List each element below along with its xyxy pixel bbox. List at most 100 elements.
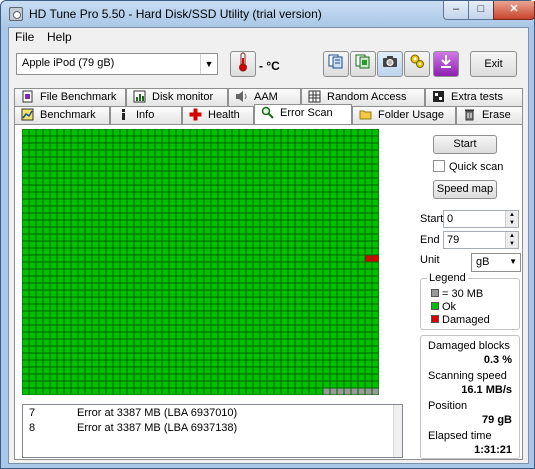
- scan-block: [106, 332, 113, 339]
- scan-block: [29, 262, 36, 269]
- scan-block: [99, 157, 106, 164]
- scan-block: [78, 318, 85, 325]
- scan-block: [344, 304, 351, 311]
- spin-down-icon[interactable]: ▼: [505, 219, 518, 227]
- save-button[interactable]: [433, 51, 459, 77]
- scan-block: [71, 262, 78, 269]
- quick-scan-checkbox[interactable]: [433, 160, 445, 172]
- scan-block: [99, 367, 106, 374]
- log-row[interactable]: 8 Error at 3387 MB (LBA 6937138): [23, 422, 395, 436]
- tab-disk-monitor[interactable]: Disk monitor: [126, 88, 228, 106]
- scan-block: [211, 185, 218, 192]
- scan-block: [267, 143, 274, 150]
- spin-up-icon[interactable]: ▲: [505, 211, 518, 219]
- unit-select-value: gB: [476, 256, 490, 268]
- scan-block: [288, 213, 295, 220]
- scan-block: [288, 150, 295, 157]
- scan-block: [22, 332, 29, 339]
- scan-block: [176, 241, 183, 248]
- tab-file-benchmark[interactable]: File Benchmark: [14, 88, 126, 106]
- scan-block: [358, 374, 365, 381]
- scan-block: [316, 304, 323, 311]
- minimize-button[interactable]: –: [443, 1, 469, 20]
- scan-block: [85, 297, 92, 304]
- tab-error-scan[interactable]: Error Scan: [254, 104, 352, 124]
- chevron-down-icon[interactable]: ▼: [200, 54, 217, 74]
- copy-info-button[interactable]: [323, 51, 349, 77]
- scan-block: [225, 178, 232, 185]
- tab-benchmark[interactable]: Benchmark: [14, 106, 110, 124]
- scan-block: [106, 164, 113, 171]
- scan-block: [295, 360, 302, 367]
- scan-block: [169, 325, 176, 332]
- scan-block: [211, 318, 218, 325]
- scan-block: [92, 227, 99, 234]
- scan-block: [92, 234, 99, 241]
- scan-block: [92, 367, 99, 374]
- scan-block: [183, 206, 190, 213]
- tab-folder-usage[interactable]: Folder Usage: [352, 106, 456, 124]
- scan-block: [253, 199, 260, 206]
- drive-select[interactable]: Apple iPod (79 gB) ▼: [16, 53, 218, 75]
- spin-down-icon[interactable]: ▼: [505, 240, 518, 248]
- end-spinner[interactable]: 79 ▲ ▼: [443, 231, 519, 249]
- scan-block: [127, 290, 134, 297]
- title-bar[interactable]: HD Tune Pro 5.50 - Hard Disk/SSD Utility…: [1, 1, 535, 27]
- thermometer-icon[interactable]: [230, 51, 256, 77]
- scan-block: [71, 290, 78, 297]
- scan-block: [260, 129, 267, 136]
- scan-block: [57, 276, 64, 283]
- scan-block: [120, 318, 127, 325]
- log-row[interactable]: 7 Error at 3387 MB (LBA 6937010): [23, 407, 395, 421]
- scan-block-damaged: [372, 255, 379, 262]
- tab-erase[interactable]: Erase: [456, 106, 523, 124]
- maximize-button[interactable]: □: [468, 1, 494, 20]
- scan-block: [358, 192, 365, 199]
- scan-block: [169, 360, 176, 367]
- scan-block: [295, 353, 302, 360]
- exit-button[interactable]: Exit: [470, 51, 517, 77]
- client-area: File Help Apple iPod (79 gB) ▼ - °C Exit: [8, 27, 529, 464]
- unit-select[interactable]: gB ▼: [471, 253, 521, 272]
- scan-block: [295, 269, 302, 276]
- scan-block: [309, 227, 316, 234]
- scan-block: [169, 150, 176, 157]
- log-scrollbar[interactable]: [393, 405, 402, 457]
- scan-block: [134, 150, 141, 157]
- scan-block: [106, 248, 113, 255]
- error-log-list[interactable]: 7 Error at 3387 MB (LBA 6937010) 8 Error…: [22, 404, 403, 458]
- scan-block: [169, 339, 176, 346]
- scan-block: [120, 213, 127, 220]
- menu-file[interactable]: File: [15, 30, 34, 44]
- scan-block: [274, 318, 281, 325]
- scan-block: [351, 178, 358, 185]
- scan-block: [309, 199, 316, 206]
- start-spinner[interactable]: 0 ▲ ▼: [443, 210, 519, 228]
- scan-block: [85, 339, 92, 346]
- scan-block: [316, 269, 323, 276]
- scan-block: [134, 332, 141, 339]
- start-button[interactable]: Start: [433, 135, 497, 154]
- scan-block: [225, 381, 232, 388]
- scan-block: [99, 192, 106, 199]
- tab-extra-tests[interactable]: Extra tests: [425, 88, 523, 106]
- tab-info[interactable]: Info: [110, 106, 182, 124]
- close-button[interactable]: ✕: [493, 1, 535, 20]
- tab-health[interactable]: Health: [182, 106, 254, 124]
- scan-block: [134, 388, 141, 395]
- speed-map-button[interactable]: Speed map: [433, 180, 497, 199]
- scan-block: [64, 318, 71, 325]
- options-button[interactable]: [404, 51, 430, 77]
- copy-screenshot-button[interactable]: [350, 51, 376, 77]
- scan-block: [239, 290, 246, 297]
- scan-block: [358, 346, 365, 353]
- scan-block: [351, 290, 358, 297]
- scan-block: [246, 367, 253, 374]
- spin-up-icon[interactable]: ▲: [505, 232, 518, 240]
- scan-block: [120, 136, 127, 143]
- scan-block: [372, 234, 379, 241]
- screenshot-button[interactable]: [377, 51, 403, 77]
- quick-scan-option[interactable]: Quick scan: [433, 160, 503, 173]
- menu-help[interactable]: Help: [47, 30, 72, 44]
- scan-block: [162, 311, 169, 318]
